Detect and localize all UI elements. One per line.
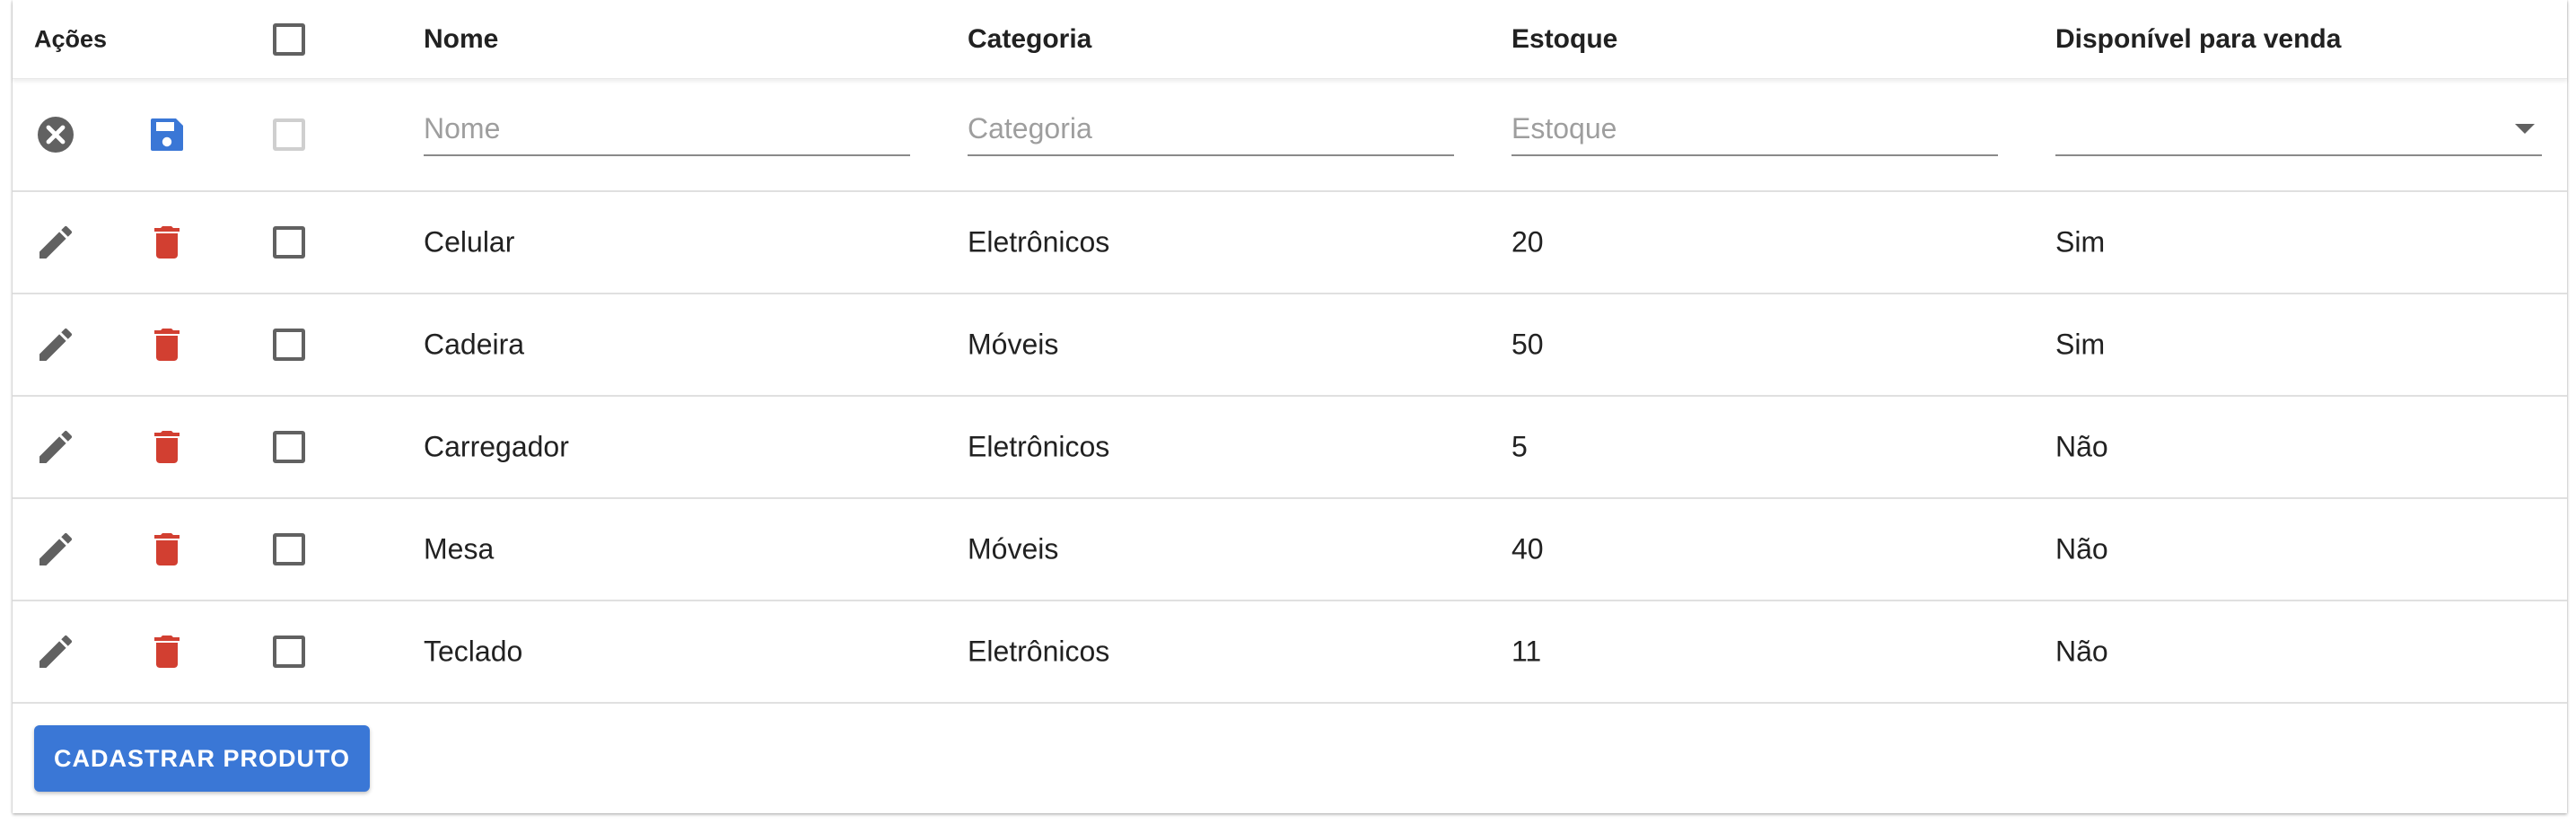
cell-disponivel: Não <box>2055 430 2108 463</box>
cell-estoque: 5 <box>1511 430 1528 463</box>
cell-estoque: 40 <box>1511 532 1544 565</box>
dropdown-arrow-icon[interactable] <box>2515 124 2535 134</box>
cell-nome: Carregador <box>424 430 569 463</box>
trash-icon[interactable] <box>145 221 188 264</box>
table-footer: CADASTRAR PRODUTO <box>13 706 2567 813</box>
disponivel-select[interactable] <box>2055 101 2542 156</box>
cell-estoque: 20 <box>1511 225 1544 259</box>
pencil-icon[interactable] <box>34 528 77 571</box>
cell-categoria: Móveis <box>968 532 1059 565</box>
nome-input[interactable] <box>424 101 910 153</box>
header-categoria[interactable]: Categoria <box>968 24 1091 55</box>
trash-icon[interactable] <box>145 425 188 469</box>
cell-nome: Celular <box>424 225 515 259</box>
table-header: Ações Nome Categoria Estoque Disponível … <box>13 0 2567 79</box>
categoria-input-field[interactable] <box>968 101 1454 156</box>
cell-disponivel: Não <box>2055 532 2108 565</box>
nome-input-field[interactable] <box>424 101 910 156</box>
table-row: Carregador Eletrônicos 5 Não <box>13 397 2567 499</box>
cell-disponivel: Sim <box>2055 328 2106 361</box>
cell-nome: Mesa <box>424 532 495 565</box>
table-row: Teclado Eletrônicos 11 Não <box>13 601 2567 704</box>
cell-disponivel: Não <box>2055 635 2108 668</box>
select-all-checkbox[interactable] <box>273 22 305 56</box>
row-checkbox[interactable] <box>273 636 305 668</box>
cell-disponivel: Sim <box>2055 225 2106 259</box>
products-table: Ações Nome Categoria Estoque Disponível … <box>13 0 2567 813</box>
pencil-icon[interactable] <box>34 323 77 366</box>
cell-estoque: 50 <box>1511 328 1544 361</box>
pencil-icon[interactable] <box>34 425 77 469</box>
row-checkbox[interactable] <box>273 431 305 463</box>
cancel-icon[interactable] <box>34 113 77 156</box>
cell-estoque: 11 <box>1511 635 1542 668</box>
header-estoque[interactable]: Estoque <box>1511 24 1617 55</box>
table-row: Celular Eletrônicos 20 Sim <box>13 192 2567 294</box>
cell-categoria: Móveis <box>968 328 1059 361</box>
trash-icon[interactable] <box>145 630 188 673</box>
cell-nome: Cadeira <box>424 328 525 361</box>
table-row: Cadeira Móveis 50 Sim <box>13 294 2567 397</box>
trash-icon[interactable] <box>145 528 188 571</box>
cell-categoria: Eletrônicos <box>968 430 1110 463</box>
save-icon[interactable] <box>145 113 188 156</box>
estoque-input[interactable] <box>1511 101 1998 153</box>
trash-icon[interactable] <box>145 323 188 366</box>
row-checkbox[interactable] <box>273 329 305 361</box>
pencil-icon[interactable] <box>34 221 77 264</box>
new-product-row <box>13 79 2567 192</box>
categoria-input[interactable] <box>968 101 1454 153</box>
pencil-icon[interactable] <box>34 630 77 673</box>
table-row: Mesa Móveis 40 Não <box>13 499 2567 601</box>
row-checkbox[interactable] <box>273 533 305 565</box>
cell-categoria: Eletrônicos <box>968 225 1110 259</box>
new-row-checkbox <box>273 118 305 151</box>
header-acoes: Ações <box>34 25 108 52</box>
cell-nome: Teclado <box>424 635 523 668</box>
cadastrar-produto-button[interactable]: CADASTRAR PRODUTO <box>34 725 370 792</box>
header-nome[interactable]: Nome <box>424 24 498 55</box>
row-checkbox[interactable] <box>273 226 305 259</box>
cell-categoria: Eletrônicos <box>968 635 1110 668</box>
header-disponivel[interactable]: Disponível para venda <box>2055 24 2341 55</box>
estoque-input-field[interactable] <box>1511 101 1998 156</box>
